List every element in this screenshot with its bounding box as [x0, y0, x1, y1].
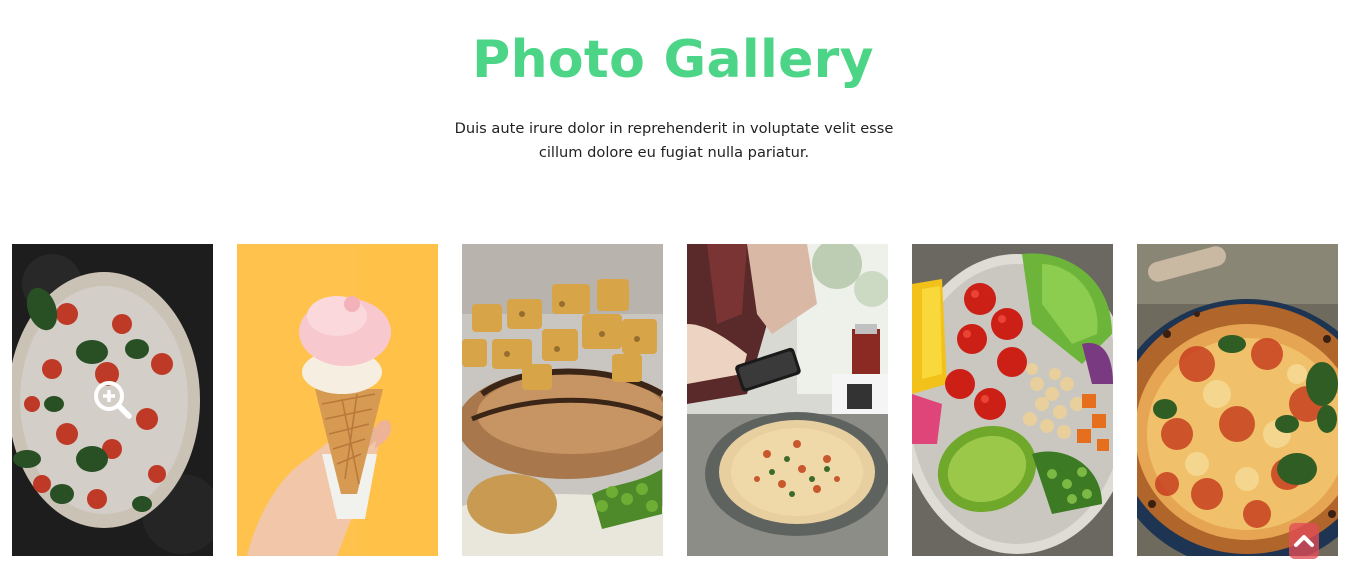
gallery-item[interactable]: [687, 244, 888, 556]
gallery-item[interactable]: [912, 244, 1113, 556]
gallery-photo-pizza-closeup: [1137, 244, 1338, 556]
gallery-item[interactable]: [462, 244, 663, 556]
zoom-in-icon[interactable]: [92, 379, 132, 419]
section-subtitle: Duis aute irure dolor in reprehenderit i…: [454, 120, 894, 161]
chevron-up-icon: [1294, 535, 1314, 547]
gallery-page: Photo Gallery Duis aute irure dolor in r…: [0, 0, 1346, 583]
gallery-item[interactable]: [12, 244, 213, 556]
gallery-photo-cafe-pizza: [687, 244, 888, 556]
photo-gallery: [12, 244, 1338, 556]
gallery-photo-salad-bowl: [912, 244, 1113, 556]
gallery-photo-ice-cream: [237, 244, 438, 556]
page-title: Photo Gallery: [472, 30, 874, 90]
gallery-photo-grilled-meat: [462, 244, 663, 556]
back-to-top-button[interactable]: [1289, 523, 1319, 559]
gallery-item[interactable]: [1137, 244, 1338, 556]
gallery-item[interactable]: [237, 244, 438, 556]
